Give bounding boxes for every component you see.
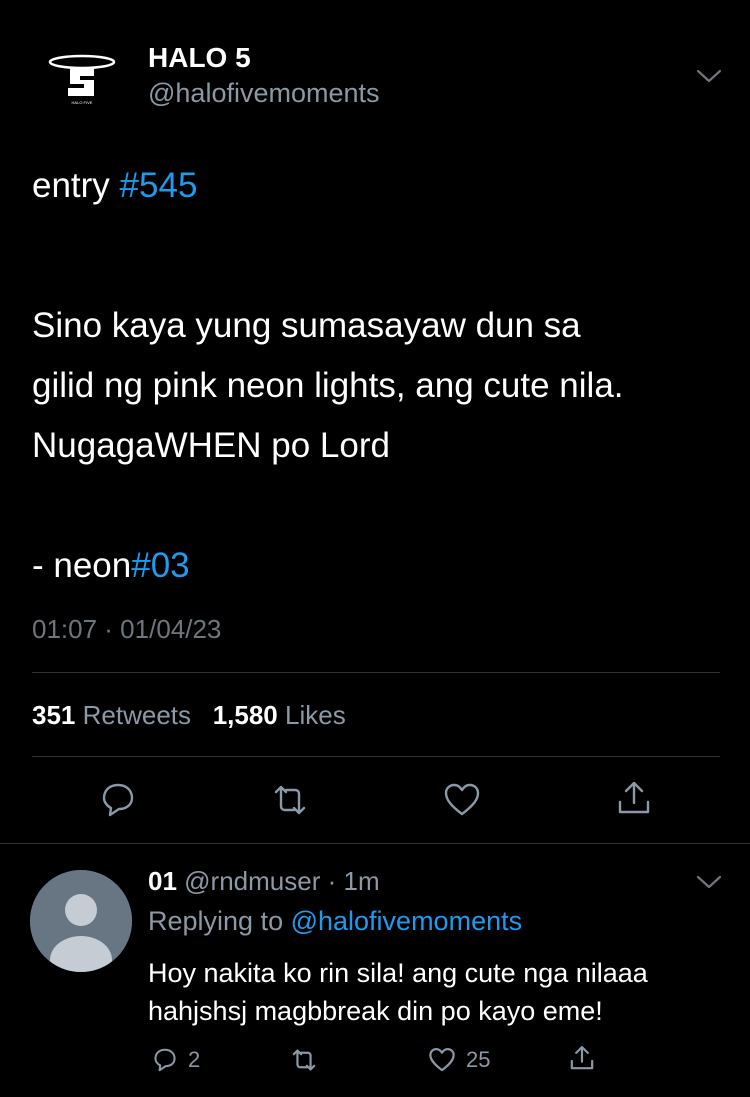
- tweet-body-line: gilid ng pink neon lights, ang cute nila…: [32, 366, 624, 405]
- reply-text-line: Hoy nakita ko rin sila! ang cute nga nil…: [148, 958, 648, 988]
- share-icon: [618, 781, 650, 814]
- tweet-body-line: NugagaWHEN po Lord: [32, 426, 390, 465]
- tweet-timestamp[interactable]: 01:07 · 01/04/23: [32, 614, 221, 645]
- reply-retweet-button[interactable]: [288, 1044, 320, 1076]
- likes-count: 1,580: [212, 700, 278, 730]
- chevron-down-icon: [696, 875, 722, 889]
- reply-text: Hoy nakita ko rin sila! ang cute nga nil…: [148, 954, 738, 1030]
- tweet-body-line: Sino kaya yung sumasayaw dun sa: [32, 306, 581, 345]
- hashtag-03[interactable]: #03: [131, 546, 189, 585]
- halo-logo-icon: HALO FIVE: [40, 38, 124, 122]
- hashtag-545[interactable]: #545: [120, 166, 198, 205]
- tweet-menu-button[interactable]: [694, 66, 724, 91]
- tweet-text-entry: entry: [32, 166, 120, 205]
- retweets-stat[interactable]: 351 Retweets: [32, 700, 191, 730]
- tweet-text: entry #545 Sino kaya yung sumasayaw dun …: [32, 166, 732, 586]
- logo-text: HALO FIVE: [72, 100, 93, 105]
- reply-count: 2: [188, 1047, 201, 1072]
- profile-avatar[interactable]: HALO FIVE: [40, 38, 124, 122]
- retweet-icon: [274, 785, 306, 815]
- reply-time: · 1m: [327, 866, 380, 896]
- reply-like-count: 25: [466, 1047, 491, 1072]
- reply-reply-button[interactable]: 2: [150, 1044, 200, 1076]
- reply-button[interactable]: [96, 778, 140, 822]
- reply-like-button[interactable]: 25: [426, 1044, 490, 1076]
- tweet-signature: - neon: [32, 546, 132, 585]
- replying-handle-link[interactable]: @halofivemoments: [291, 906, 523, 936]
- reply-icon: [102, 783, 134, 817]
- reply-header: 01 @rndmuser · 1m: [148, 866, 380, 897]
- likes-stat[interactable]: 1,580 Likes: [213, 700, 346, 730]
- like-button[interactable]: [440, 778, 484, 822]
- reply-text-line: hahjshsj magbbreak din po kayo eme!: [148, 996, 603, 1026]
- reply-share-button[interactable]: [566, 1042, 598, 1074]
- divider: [32, 756, 720, 757]
- retweet-icon: [292, 1049, 316, 1071]
- retweet-button[interactable]: [268, 778, 312, 822]
- reply-menu-button[interactable]: [694, 872, 724, 897]
- like-icon: [444, 783, 480, 816]
- share-button[interactable]: [612, 776, 656, 820]
- chevron-down-icon: [696, 69, 722, 83]
- reply-avatar[interactable]: [30, 870, 132, 972]
- divider: [0, 843, 750, 844]
- reply-icon: [154, 1048, 176, 1072]
- retweets-count: 351: [32, 700, 76, 730]
- replying-to: Replying to @halofivemoments: [148, 906, 522, 937]
- retweets-label: Retweets: [82, 700, 192, 730]
- reply-display-name[interactable]: 01: [148, 866, 177, 896]
- like-icon: [429, 1048, 455, 1072]
- likes-label: Likes: [285, 700, 346, 730]
- tweet-stats: 351 Retweets 1,580 Likes: [32, 700, 346, 731]
- handle[interactable]: @halofivemoments: [148, 78, 380, 109]
- display-name[interactable]: HALO 5: [148, 42, 251, 74]
- replying-prefix: Replying to: [148, 906, 291, 936]
- divider: [32, 672, 720, 673]
- share-icon: [570, 1046, 594, 1070]
- default-avatar-icon: [30, 870, 132, 972]
- reply-handle[interactable]: @rndmuser: [184, 866, 320, 896]
